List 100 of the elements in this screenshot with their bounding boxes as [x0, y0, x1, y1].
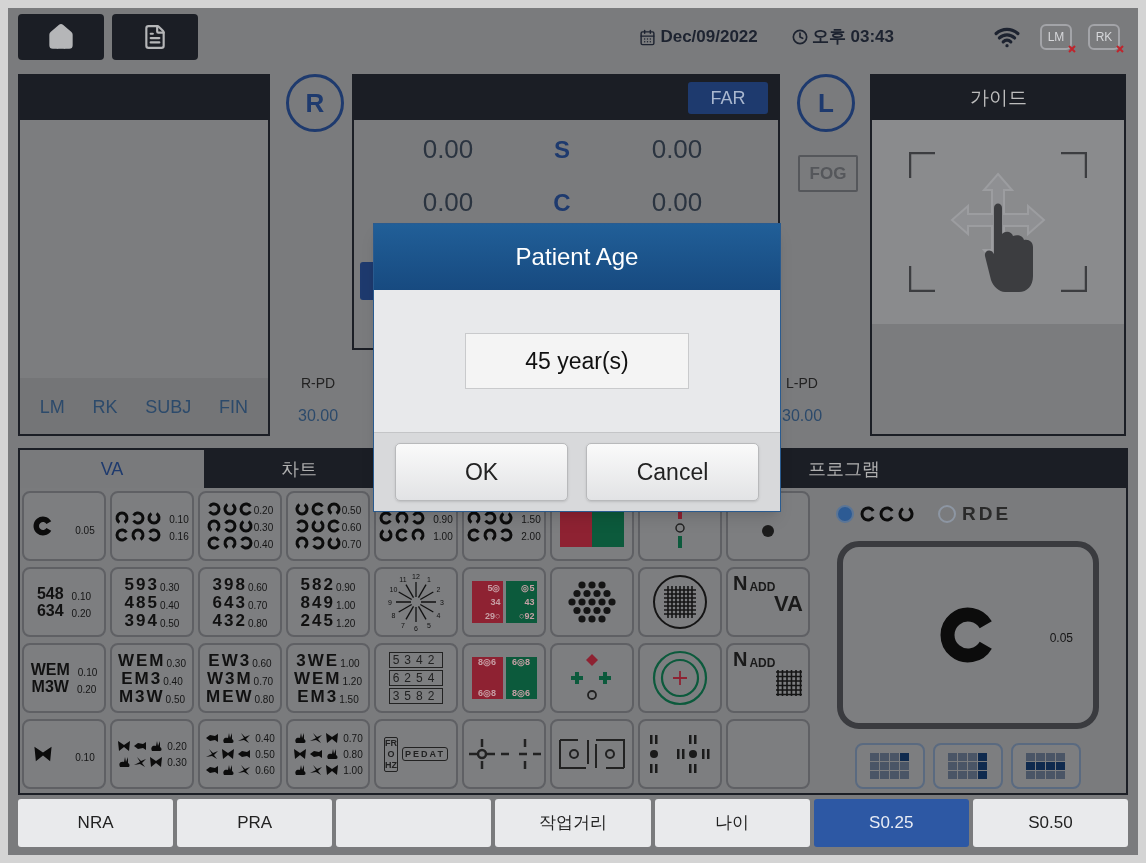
optotype-text: WEM	[30, 661, 70, 678]
near-label: N	[733, 649, 748, 669]
cross-cylinder-icon	[673, 509, 687, 549]
program-tab[interactable]: 프로그램	[806, 450, 882, 488]
grid-circle-icon	[652, 574, 708, 630]
chart-tile[interactable]: 548 0.10 634 0.20	[22, 567, 106, 637]
optotype-text: 398	[212, 575, 247, 593]
acuity-value: 0.40	[159, 600, 180, 611]
panel-number: 29○	[484, 611, 501, 621]
chart-tile[interactable]	[550, 719, 634, 789]
landolt-ring-icon	[379, 527, 394, 542]
landolt-ring-icon	[411, 527, 426, 542]
chart-tile[interactable]: 0.20 0.30	[110, 719, 194, 789]
rabbit-icon	[149, 740, 164, 752]
document-button[interactable]	[112, 14, 198, 60]
layout-button[interactable]	[1011, 742, 1081, 789]
landolt-ring-icon	[499, 510, 514, 525]
left-value: 0.00	[650, 133, 704, 166]
acuity-value: 0.10	[77, 667, 98, 678]
butterfly-icon	[117, 740, 132, 752]
right-eye-badge: R	[286, 74, 344, 132]
landolt-ring-icon	[206, 536, 221, 550]
radio-button[interactable]	[938, 505, 956, 524]
far-button[interactable]: FAR	[688, 82, 768, 114]
layout-button[interactable]	[855, 742, 925, 789]
layout-button[interactable]	[933, 742, 1003, 789]
chart-tile[interactable]: 5◎ 34 29○ ◎5 43 ○92	[462, 567, 546, 637]
acuity-value: 0.60	[341, 523, 362, 533]
chart-tile[interactable]: EW3 0.60 W3M 0.70 MEW 0.80	[198, 643, 282, 713]
function-button[interactable]: 작업거리	[495, 799, 651, 847]
landolt-ring-icon	[147, 527, 162, 542]
chart-tile[interactable]: 0.50 0.60 0.70	[286, 491, 370, 561]
optotype-text: 582	[300, 575, 335, 593]
dialog-button[interactable]: OK	[395, 443, 568, 501]
panel-number: 6◎8	[477, 689, 497, 698]
chart-tile[interactable]	[638, 567, 722, 637]
chart-tile[interactable]: FROHZ PEDAT	[374, 719, 458, 789]
radio-button[interactable]	[836, 505, 854, 524]
dialog-button[interactable]: Cancel	[586, 443, 759, 501]
landolt-ring-icon	[131, 527, 146, 542]
optotype-text: 394	[124, 611, 159, 629]
bird-icon	[205, 748, 220, 760]
chart-tile[interactable]: 0.05	[22, 491, 106, 561]
chart-tile[interactable]	[638, 643, 722, 713]
chart-tile[interactable]: 0.10 0.16	[110, 491, 194, 561]
optotype-text: MEW	[206, 687, 254, 705]
chart-tile[interactable]: 398 0.60 643 0.70 432 0.80	[198, 567, 282, 637]
chart-tile[interactable]: 0.40 0.50 0.60	[198, 719, 282, 789]
panel-number: ◎5	[520, 583, 535, 593]
butterfly-icon	[325, 732, 340, 744]
date-text: Dec/09/2022	[660, 26, 758, 49]
chart-tile[interactable]: 593 0.30 485 0.40 394 0.50	[110, 567, 194, 637]
chart-tile[interactable]	[726, 719, 810, 789]
chart-tile[interactable]	[462, 719, 546, 789]
chart-tile[interactable]: WEM 0.10 M3W 0.20	[22, 643, 106, 713]
chart-tab[interactable]: 차트	[204, 450, 394, 488]
optotype-text: M3W	[31, 678, 69, 695]
chart-tile[interactable]: N ADD	[726, 643, 810, 713]
function-button[interactable]: 나이	[654, 799, 810, 847]
acuity-value: 0.60	[255, 766, 275, 776]
acuity-value: 0.80	[247, 618, 268, 629]
chart-tile[interactable]: 0.10	[22, 719, 106, 789]
function-button[interactable]: S0.50	[972, 799, 1128, 847]
landolt-ring-icon	[411, 510, 426, 525]
panel-number: 6◎8	[511, 658, 531, 667]
pd-label: L-PD	[786, 374, 818, 393]
acuity-value: 0.60	[252, 658, 272, 669]
landolt-ring-icon	[294, 502, 309, 516]
option-label: RDE	[962, 502, 1012, 526]
function-button[interactable]: PRA	[177, 799, 333, 847]
add-label: ADD	[749, 581, 776, 593]
acuity-value: 0.20	[76, 684, 97, 695]
chart-tile[interactable]: 5342 6254 3582	[374, 643, 458, 713]
landolt-ring-icon	[860, 506, 876, 523]
function-button[interactable]: NRA	[18, 799, 174, 847]
butterfly-icon	[221, 748, 236, 760]
landolt-ring-icon	[898, 506, 914, 523]
chart-tile[interactable]	[550, 643, 634, 713]
landolt-ring-icon	[326, 502, 341, 516]
chart-tile[interactable]	[638, 719, 722, 789]
fish-icon	[205, 764, 220, 776]
acuity-value: 1.50	[521, 514, 541, 525]
acuity-value: 0.10	[169, 514, 189, 525]
acuity-value: 0.16	[169, 531, 189, 542]
chart-tile[interactable]	[550, 567, 634, 637]
age-field[interactable]: 45 year(s)	[465, 333, 689, 389]
landolt-ring-icon	[115, 527, 130, 542]
optotype-text: 634	[36, 602, 64, 619]
chart-tab[interactable]: VA	[20, 450, 204, 488]
chart-tile[interactable]: N ADD VA	[726, 567, 810, 637]
chart-tile[interactable]: 0.20 0.30 0.40	[198, 491, 282, 561]
acuity-value: 1.50	[339, 694, 359, 705]
chart-tile[interactable]: 8◎6 6◎8 6◎8 8◎6	[462, 643, 546, 713]
chart-tile[interactable]: WEM 0.30 EM3 0.40 M3W 0.50	[110, 643, 194, 713]
function-button[interactable]: S0.25	[813, 799, 969, 847]
chart-tile[interactable]: 0.70 0.80 1.00	[286, 719, 370, 789]
chart-tile[interactable]: 3WE 1.00 WEM 1.20 EM3 1.50	[286, 643, 370, 713]
landolt-ring-icon	[238, 502, 253, 516]
home-button[interactable]	[18, 14, 104, 60]
chart-tile[interactable]: 582 0.90 849 1.00 245 1.20	[286, 567, 370, 637]
